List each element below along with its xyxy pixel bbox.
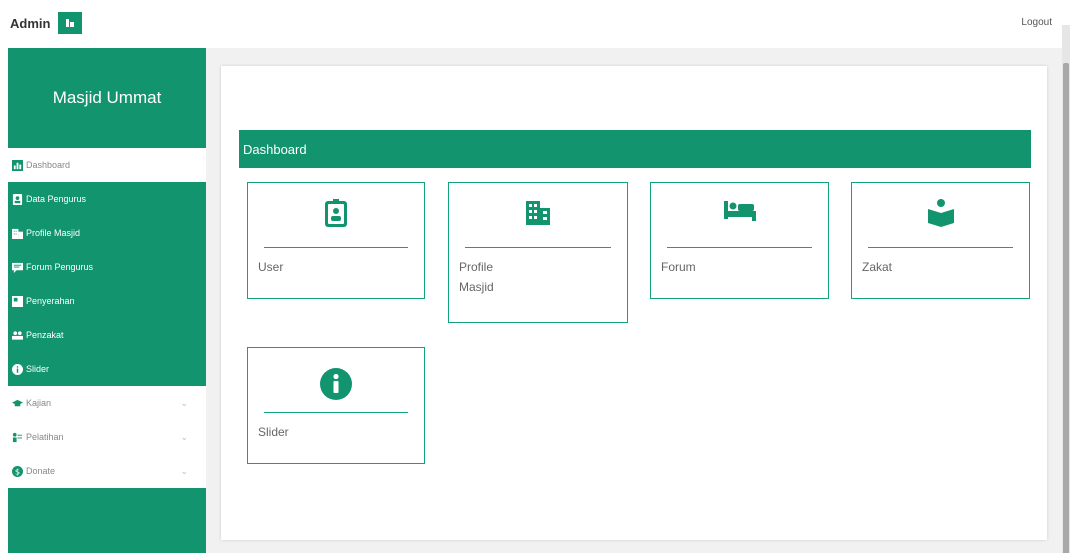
card-icon-wrap	[651, 199, 828, 221]
sidebar-item-label: Penyerahan	[26, 296, 75, 306]
logout-link[interactable]: Logout	[1021, 17, 1052, 28]
sidebar-item-penyerahan[interactable]: Penyerahan	[8, 284, 206, 318]
card-label: Forum	[661, 260, 696, 274]
sidebar-footer	[8, 491, 206, 553]
user-icon	[12, 193, 23, 205]
sidebar-item-label: Dashboard	[26, 160, 71, 170]
building-icon	[526, 201, 550, 225]
dashboard-icon	[12, 159, 23, 171]
chevron-down-icon: ⌄	[180, 431, 188, 442]
sidebar-toggle-button[interactable]	[58, 12, 83, 34]
chevron-down-icon: ⌄	[180, 465, 188, 476]
page-title: Dashboard	[243, 141, 307, 157]
page-title-bar: Dashboard	[239, 130, 1031, 168]
info-circle-icon	[320, 368, 352, 400]
sidebar-item-label: Profile Masjid	[26, 228, 81, 238]
card-icon-wrap	[852, 199, 1029, 227]
handover-icon	[12, 295, 23, 307]
sidebar-item-slider[interactable]: Slider	[8, 352, 206, 386]
sidebar-item-label: Slider	[26, 364, 50, 374]
sidebar-item-label: Kajian	[26, 398, 52, 408]
card-label: Zakat	[862, 260, 893, 274]
sidebar-title: Masjid Ummat	[52, 88, 162, 107]
bed-icon	[723, 201, 756, 221]
card-forum[interactable]: Forum	[650, 182, 829, 299]
chat-icon	[12, 262, 23, 273]
brand-text: Admin	[10, 15, 51, 31]
card-icon-wrap	[248, 368, 424, 400]
sidebar-item-pelatihan[interactable]: Pelatihan ⌄	[8, 420, 206, 454]
top-bar: Admin Logout	[0, 0, 1070, 48]
card-icon-wrap	[248, 199, 424, 227]
card-label: Profile Masjid	[459, 260, 494, 294]
sidebar-item-forum-pengurus[interactable]: Forum Pengurus	[8, 250, 206, 284]
info-icon	[12, 363, 23, 375]
sidebar-item-label: Data Pengurus	[26, 194, 87, 204]
card-zakat[interactable]: Zakat	[851, 182, 1030, 299]
graduation-cap-icon	[12, 399, 23, 406]
card-divider	[264, 412, 408, 413]
sidebar-item-data-pengurus[interactable]: Data Pengurus	[8, 182, 206, 216]
id-badge-icon	[325, 199, 347, 227]
card-profile-masjid[interactable]: Profile Masjid	[448, 182, 628, 323]
chevron-down-icon: ⌄	[180, 397, 188, 408]
svg-text:$: $	[15, 466, 20, 476]
reader-icon	[927, 199, 954, 227]
building-icon	[12, 228, 23, 239]
sidebar-item-profile-masjid[interactable]: Profile Masjid	[8, 216, 206, 250]
sidebar-item-label: Penzakat	[26, 330, 64, 340]
card-divider	[868, 247, 1013, 248]
sidebar-item-label: Donate	[26, 466, 56, 476]
page-scrollbar[interactable]	[1062, 25, 1070, 553]
training-icon	[12, 432, 23, 442]
sidebar-item-dashboard[interactable]: Dashboard	[8, 148, 206, 182]
sidebar-item-penzakat[interactable]: Penzakat	[8, 318, 206, 352]
card-label: User	[258, 260, 284, 274]
sidebar-item-kajian[interactable]: Kajian ⌄	[8, 386, 206, 420]
sidebar-header: Masjid Ummat	[8, 48, 206, 148]
sidebar: Masjid Ummat Dashboard Data Pengurus Pro…	[8, 48, 206, 553]
users-icon	[12, 330, 23, 340]
scrollbar-thumb[interactable]	[1063, 63, 1069, 553]
card-divider	[264, 247, 408, 248]
card-divider	[465, 247, 611, 248]
main-content: Dashboard User Profile Masjid Forum Zaka…	[221, 66, 1047, 540]
sidebar-item-label: Pelatihan	[26, 432, 64, 442]
sidebar-item-donate[interactable]: $ Donate ⌄	[8, 454, 206, 488]
brand: Admin	[10, 12, 83, 34]
card-user[interactable]: User	[247, 182, 425, 299]
sidebar-item-label: Forum Pengurus	[26, 262, 94, 272]
card-icon-wrap	[449, 199, 627, 225]
menu-toggle-icon	[66, 19, 75, 27]
card-divider	[667, 247, 812, 248]
card-label: Slider	[258, 425, 289, 439]
dollar-icon: $	[12, 465, 23, 477]
card-slider[interactable]: Slider	[247, 347, 425, 464]
